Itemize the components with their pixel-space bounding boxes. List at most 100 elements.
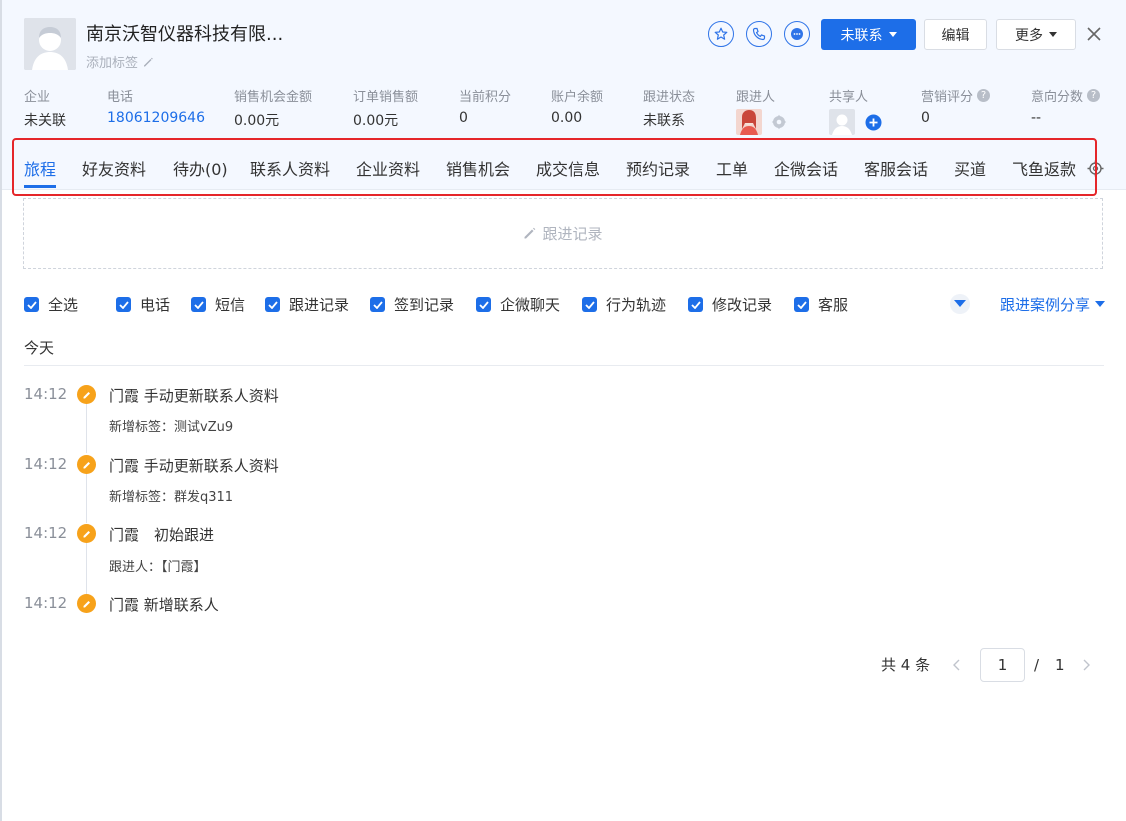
share-link-label: 跟进案例分享 xyxy=(1000,296,1091,314)
stat-label: 订单销售额 xyxy=(353,90,419,105)
followup-case-share-link[interactable]: 跟进案例分享 xyxy=(1000,294,1106,315)
edit-button[interactable]: 编辑 xyxy=(924,19,987,50)
more-button[interactable]: 更多 xyxy=(996,19,1076,50)
tab-tickets[interactable]: 工单 xyxy=(716,156,748,180)
stat-label: 意向分数 xyxy=(1031,90,1084,105)
stat-value: -- xyxy=(1031,110,1042,126)
stat-label: 销售机会金额 xyxy=(234,90,313,105)
follower-avatar[interactable] xyxy=(736,109,762,135)
tab-company-info[interactable]: 企业资料 xyxy=(356,156,420,180)
checkbox-checked-icon[interactable] xyxy=(582,297,597,312)
timeline-connector xyxy=(86,403,87,453)
edit-record-icon xyxy=(77,455,96,474)
stat-value: 0 xyxy=(459,110,468,126)
checkbox-checked-icon[interactable] xyxy=(476,297,491,312)
timeline-title: 门霞 新增联系人 xyxy=(109,596,219,614)
help-icon[interactable]: ? xyxy=(977,89,991,102)
stat-label: 营销评分 xyxy=(921,90,974,105)
checkbox-checked-icon[interactable] xyxy=(370,297,385,312)
phone-number-link[interactable]: 18061209646 xyxy=(107,110,205,126)
filter-behavior-track[interactable]: 行为轨迹 xyxy=(582,294,666,315)
stat-label: 当前积分 xyxy=(459,90,512,105)
filter-label: 全选 xyxy=(48,296,79,314)
pagination-total-pages: 1 xyxy=(1055,656,1065,674)
followup-placeholder: 跟进记录 xyxy=(542,225,603,243)
pagination-total: 共 4 条 xyxy=(881,656,931,674)
tab-contact-info[interactable]: 联系人资料 xyxy=(250,156,330,180)
filter-phone[interactable]: 电话 xyxy=(116,294,170,315)
page-number-input[interactable]: 1 xyxy=(980,648,1025,682)
edit-record-icon xyxy=(77,385,96,404)
tab-todo[interactable]: 待办(0) xyxy=(173,156,228,180)
date-divider xyxy=(24,365,1104,366)
contact-status-button[interactable]: 未联系 xyxy=(821,19,916,50)
filter-label: 电话 xyxy=(140,296,171,314)
timeline-title: 门霞 手动更新联系人资料 xyxy=(109,387,279,405)
filter-customer-service[interactable]: 客服 xyxy=(794,294,848,315)
filter-wecom-chat[interactable]: 企微聊天 xyxy=(476,294,560,315)
pagination-separator: / xyxy=(1034,656,1040,674)
sharer-avatar[interactable] xyxy=(829,109,855,135)
edit-record-icon xyxy=(77,524,96,543)
add-tag-link[interactable]: 添加标签 xyxy=(86,52,154,71)
checkbox-checked-icon[interactable] xyxy=(116,297,131,312)
tab-friend-info[interactable]: 好友资料 xyxy=(82,156,146,180)
edit-button-label: 编辑 xyxy=(941,27,970,44)
favorite-star-icon[interactable] xyxy=(708,21,734,47)
chevron-right-icon[interactable] xyxy=(1080,658,1092,672)
stat-intent-score: 意向分数 ? -- xyxy=(1031,86,1101,126)
stat-points: 当前积分 0 xyxy=(459,86,511,126)
filter-select-all[interactable]: 全选 xyxy=(24,294,78,315)
pencil-icon xyxy=(144,57,153,66)
chevron-left-icon[interactable] xyxy=(951,658,963,672)
active-tab-indicator xyxy=(24,185,56,188)
caret-down-icon xyxy=(888,31,897,37)
checkbox-checked-icon[interactable] xyxy=(191,297,206,312)
tab-appointments[interactable]: 预约记录 xyxy=(626,156,690,180)
filter-followup-record[interactable]: 跟进记录 xyxy=(265,294,349,315)
tab-wecom-sessions[interactable]: 企微会话 xyxy=(774,156,838,180)
message-icon[interactable] xyxy=(784,21,810,47)
stat-label: 企业 xyxy=(24,90,51,105)
tab-journey[interactable]: 旅程 xyxy=(24,156,56,180)
expand-filters-button[interactable] xyxy=(950,294,970,314)
company-name: 南京沃智仪器科技有限... xyxy=(86,24,284,45)
more-button-label: 更多 xyxy=(1015,27,1043,44)
caret-down-icon xyxy=(1095,301,1106,307)
stat-balance: 账户余额 0.00 xyxy=(551,86,603,126)
phone-call-icon[interactable] xyxy=(746,21,772,47)
filter-checkin-record[interactable]: 签到记录 xyxy=(370,294,454,315)
stat-company: 企业 未关联 xyxy=(24,86,66,130)
tab-service-sessions[interactable]: 客服会话 xyxy=(864,156,928,180)
add-sharer-icon[interactable] xyxy=(865,114,882,131)
tab-feiyu-rebate[interactable]: 飞鱼返款 xyxy=(1012,156,1076,180)
filter-label: 短信 xyxy=(215,296,246,314)
checkbox-checked-icon[interactable] xyxy=(688,297,703,312)
close-icon[interactable] xyxy=(1084,24,1104,44)
add-followup-record[interactable]: 跟进记录 xyxy=(23,198,1103,269)
stat-value: 未联系 xyxy=(643,113,685,129)
gear-icon[interactable] xyxy=(771,114,787,130)
add-tag-label: 添加标签 xyxy=(86,56,139,71)
tab-maidao[interactable]: 买道 xyxy=(954,156,986,180)
checkbox-checked-icon[interactable] xyxy=(265,297,280,312)
tab-deal-info[interactable]: 成交信息 xyxy=(536,156,600,180)
checkbox-checked-icon[interactable] xyxy=(24,297,39,312)
timeline-detail: 新增标签：测试vZu9 xyxy=(109,420,234,435)
timeline-time: 14:12 xyxy=(24,455,68,473)
tab-sales-opportunity[interactable]: 销售机会 xyxy=(446,156,510,180)
filter-modify-record[interactable]: 修改记录 xyxy=(688,294,772,315)
tab-settings-gear-icon[interactable] xyxy=(1087,160,1104,177)
checkbox-checked-icon[interactable] xyxy=(794,297,809,312)
status-button-label: 未联系 xyxy=(840,27,883,44)
filter-sms[interactable]: 短信 xyxy=(191,294,245,315)
stat-opportunity-amount: 销售机会金额 0.00元 xyxy=(234,86,312,130)
stat-label: 共享人 xyxy=(829,90,869,105)
stat-label: 跟进状态 xyxy=(643,90,696,105)
stat-label: 跟进人 xyxy=(736,90,776,105)
help-icon[interactable]: ? xyxy=(1087,89,1101,102)
stat-value: 0.00元 xyxy=(353,113,399,129)
stat-value: 未关联 xyxy=(24,113,66,129)
timeline-connector xyxy=(86,473,87,523)
filter-label: 修改记录 xyxy=(712,296,773,314)
